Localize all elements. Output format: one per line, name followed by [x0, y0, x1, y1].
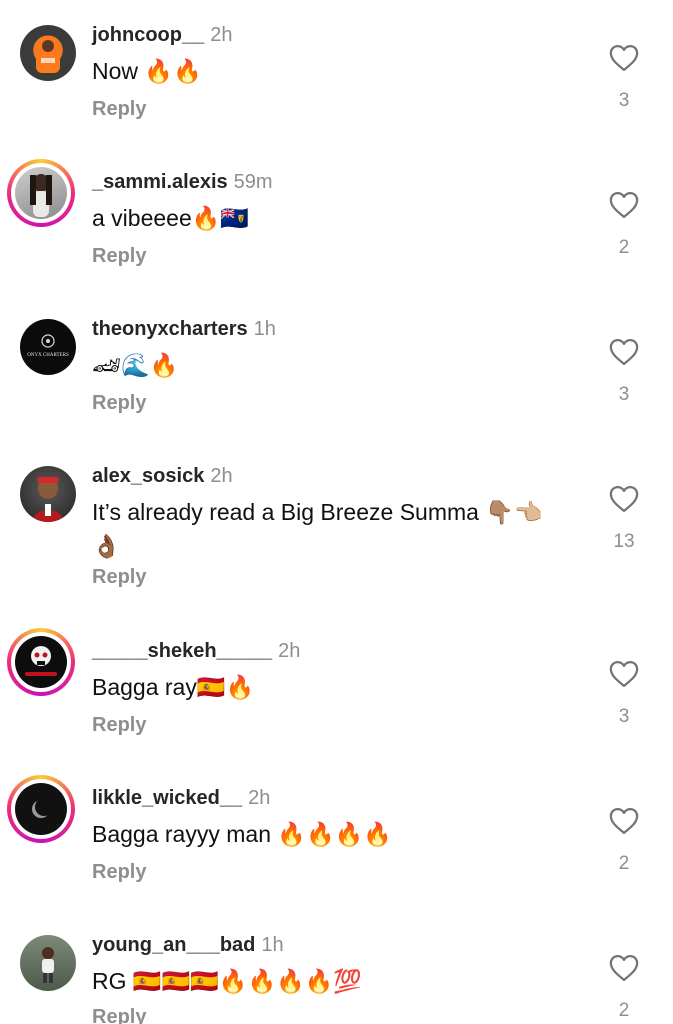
reply-button[interactable]: Reply — [92, 566, 146, 589]
heart-icon — [609, 486, 639, 512]
avatar-image — [36, 36, 60, 73]
avatar[interactable] — [20, 25, 76, 81]
comment-meta: likkle_wicked__ 2h — [92, 785, 270, 811]
comment-meta: theonyxcharters 1h — [92, 316, 276, 342]
avatar-image: ONYX CHARTERS — [27, 334, 69, 358]
username[interactable]: johncoop__ — [92, 24, 204, 46]
avatar-image — [32, 477, 64, 522]
comment-list: johncoop__ 2h Now 🔥🔥 Reply 3 _sammi.alex… — [0, 0, 673, 1024]
avatar-image — [32, 798, 53, 818]
timestamp: 2h — [210, 465, 233, 487]
like-count: 3 — [618, 384, 630, 405]
comment-text: Bagga ray🇪🇸🔥 — [92, 674, 255, 700]
comment-text: RG 🇪🇸🇪🇸🇪🇸🔥🔥🔥🔥💯 — [92, 968, 362, 994]
heart-icon — [609, 45, 639, 71]
reply-button[interactable]: Reply — [92, 714, 146, 737]
comment-text: Now 🔥🔥 — [92, 58, 202, 84]
timestamp: 2h — [278, 640, 301, 662]
comment-text: 🏎🌊🔥 — [92, 352, 179, 378]
timestamp: 2h — [210, 24, 233, 46]
comment-text: a vibeeee🔥🇹🇨 — [92, 205, 250, 231]
avatar-logo-text: ONYX CHARTERS — [27, 353, 69, 358]
like-count: 13 — [613, 531, 635, 552]
username[interactable]: _____shekeh_____ — [92, 640, 272, 662]
like-button[interactable] — [600, 954, 648, 994]
reply-button[interactable]: Reply — [92, 1006, 146, 1024]
avatar-image — [25, 646, 57, 676]
like-count: 2 — [618, 1000, 630, 1021]
avatar[interactable] — [7, 775, 75, 843]
heart-icon — [609, 339, 639, 365]
username[interactable]: likkle_wicked__ — [92, 787, 242, 809]
avatar[interactable] — [7, 159, 75, 227]
comment-meta: alex_sosick 2h — [92, 463, 233, 489]
comment-meta: johncoop__ 2h — [92, 22, 232, 48]
avatar[interactable] — [20, 466, 76, 522]
timestamp: 1h — [253, 318, 276, 340]
reply-button[interactable]: Reply — [92, 98, 146, 121]
username[interactable]: alex_sosick — [92, 465, 204, 487]
avatar-image — [42, 947, 54, 983]
avatar[interactable] — [20, 935, 76, 991]
reply-button[interactable]: Reply — [92, 392, 146, 415]
like-button[interactable] — [600, 485, 648, 525]
comment-text: Bagga rayyy man 🔥🔥🔥🔥 — [92, 821, 392, 847]
like-count: 3 — [618, 706, 630, 727]
like-count: 2 — [618, 853, 630, 874]
avatar-image — [30, 174, 52, 217]
like-button[interactable] — [600, 338, 648, 378]
comment-meta: young_an___bad 1h — [92, 932, 284, 958]
reply-button[interactable]: Reply — [92, 245, 146, 268]
reply-button[interactable]: Reply — [92, 861, 146, 884]
avatar[interactable] — [7, 628, 75, 696]
timestamp: 59m — [233, 171, 273, 193]
heart-icon — [609, 808, 639, 834]
username[interactable]: theonyxcharters — [92, 318, 248, 340]
heart-icon — [609, 661, 639, 687]
comment-meta: _sammi.alexis 59m — [92, 169, 273, 195]
comment-meta: _____shekeh_____ 2h — [92, 638, 300, 664]
username[interactable]: _sammi.alexis — [92, 171, 228, 193]
username[interactable]: young_an___bad — [92, 934, 255, 956]
like-button[interactable] — [600, 660, 648, 700]
heart-icon — [609, 192, 639, 218]
like-button[interactable] — [600, 191, 648, 231]
comment-text: It’s already read a Big Breeze Summa 👇🏽👈… — [92, 499, 543, 559]
timestamp: 1h — [261, 934, 284, 956]
like-count: 3 — [618, 90, 630, 111]
timestamp: 2h — [248, 787, 271, 809]
avatar[interactable]: ONYX CHARTERS — [20, 319, 76, 375]
like-count: 2 — [618, 237, 630, 258]
like-button[interactable] — [600, 807, 648, 847]
heart-icon — [609, 955, 639, 981]
like-button[interactable] — [600, 44, 648, 84]
